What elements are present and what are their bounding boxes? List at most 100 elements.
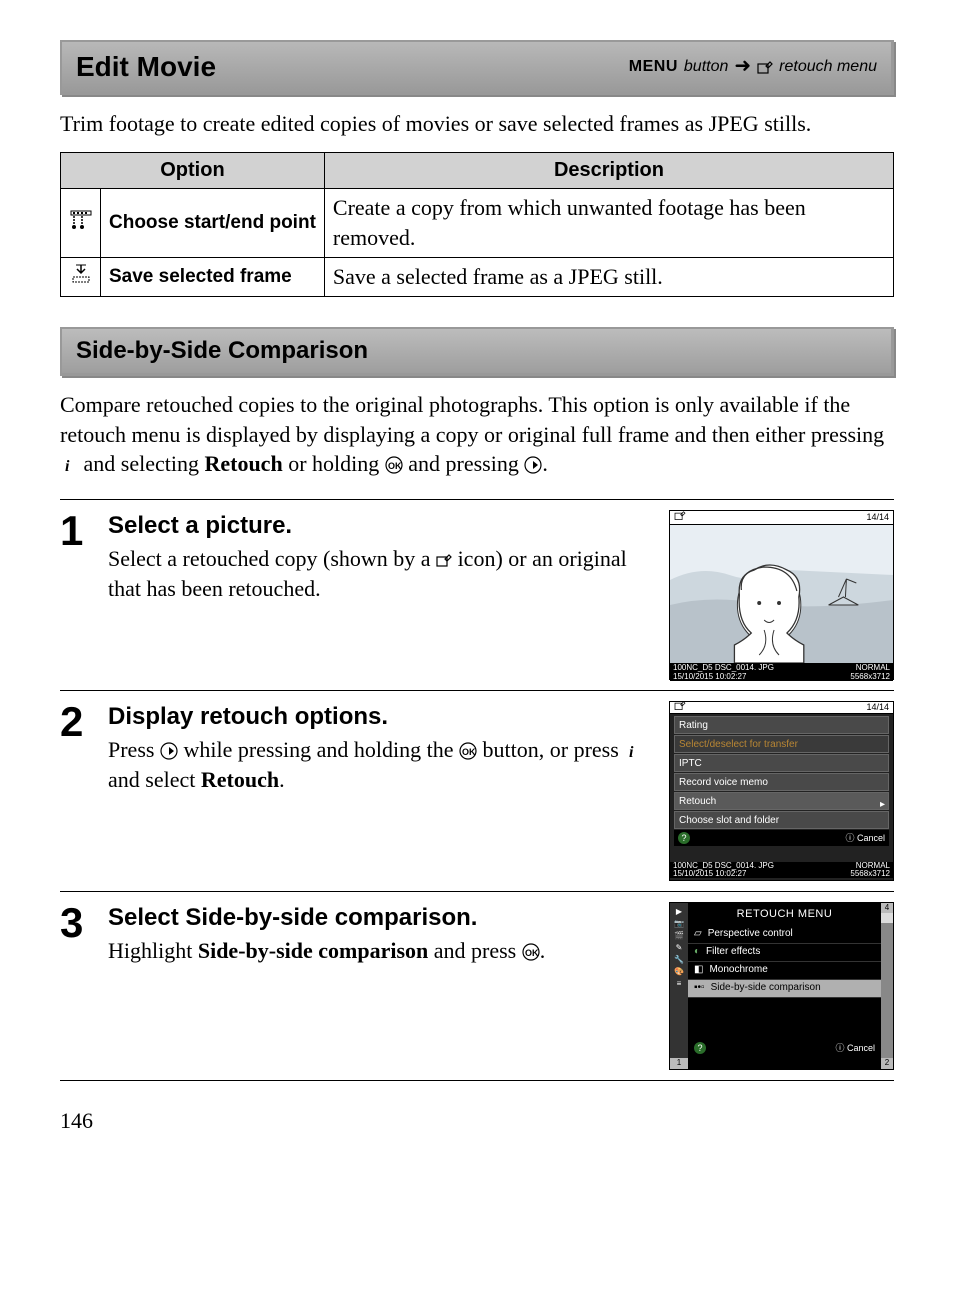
menu-item-side-by-side[interactable]: ▪•▫Side-by-side comparison: [688, 980, 881, 998]
help-icon[interactable]: ?: [694, 1042, 706, 1054]
cancel-hint: ⓘ Cancel: [845, 832, 885, 844]
perspective-icon: ▱: [694, 925, 702, 943]
right-selector-icon: [160, 738, 178, 756]
page-title: Edit Movie: [76, 48, 216, 86]
label: Monochrome: [709, 961, 767, 979]
text: and selecting: [78, 451, 204, 476]
date: 15/10/2015 10:02:27: [673, 672, 746, 681]
i-button-icon: i: [60, 452, 78, 470]
arrow-icon: ➜: [734, 53, 751, 80]
table-row: Save selected frame Save a selected fram…: [61, 257, 894, 296]
camera-screen-2: 14/14 Rating Select/deselect for transfe…: [669, 701, 894, 881]
filter-icon: ◐: [694, 943, 700, 961]
menu-title: RETOUCH MENU: [688, 903, 881, 926]
menu-label: MENU: [629, 56, 678, 78]
ok-button-icon: OK: [522, 939, 540, 957]
step-number: 1: [60, 510, 94, 680]
camera-tab-icon[interactable]: 📷: [673, 919, 685, 929]
movie-tab-icon[interactable]: 🎬: [673, 931, 685, 941]
text: .: [542, 451, 548, 476]
svg-text:OK: OK: [388, 461, 402, 471]
label: Filter effects: [706, 943, 760, 961]
opt-label: Save selected frame: [101, 257, 325, 296]
menu-item-choose-slot[interactable]: Choose slot and folder: [674, 811, 889, 829]
monochrome-icon: ◧: [694, 961, 703, 979]
text: .: [471, 904, 478, 931]
page-number: 146: [60, 1106, 894, 1136]
left-page: 1: [670, 1058, 688, 1069]
setup-tab-icon[interactable]: 🔧: [673, 955, 685, 965]
right-page: 2: [881, 1058, 893, 1069]
scrollbar-thumb[interactable]: [881, 913, 893, 923]
step-1: 1 Select a picture. Select a retouched c…: [60, 499, 894, 691]
step-text: Highlight Side-by-side comparison and pr…: [108, 936, 645, 966]
playback-tab-icon[interactable]: ▶: [673, 907, 685, 917]
mymenu-tab-icon[interactable]: ≡: [673, 979, 685, 989]
opt-desc: Create a copy from which unwanted footag…: [324, 189, 893, 257]
camera-screen-3: ▶ 📷 🎬 ✎ 🔧 🎨 ≡ 1 RETOUCH MENU ▱ Perspectiv…: [669, 902, 894, 1070]
text: Side-by-side comparison: [185, 904, 470, 931]
text: button, or press: [477, 737, 624, 762]
opt-label: Choose start/end point: [101, 189, 325, 257]
options-table: Option Description Choose start/end poin…: [60, 152, 894, 296]
intro-text: Trim footage to create edited copies of …: [60, 109, 894, 139]
retouch-word: Retouch: [204, 451, 282, 476]
size: 5568x3712: [850, 672, 890, 681]
menu-item-iptc[interactable]: IPTC: [674, 754, 889, 772]
ok-button-icon: OK: [459, 738, 477, 756]
folder: 100NC_D5: [673, 663, 713, 672]
size: 5568x3712: [850, 869, 890, 878]
section-title: Side-by-Side Comparison: [60, 327, 894, 376]
menu-item-transfer[interactable]: Select/deselect for transfer: [674, 735, 889, 753]
custom-tab-icon[interactable]: ✎: [673, 943, 685, 953]
retouch-badge: [674, 701, 686, 714]
cancel-label: Cancel: [847, 1043, 875, 1053]
step-number: 3: [60, 902, 94, 1070]
photo-preview: [670, 525, 893, 663]
label: Retouch: [679, 796, 716, 807]
svg-text:i: i: [65, 458, 70, 474]
compare-icon: ▪•▫: [694, 979, 705, 997]
text: Select a retouched copy (shown by a: [108, 546, 436, 571]
table-row: Choose start/end point Create a copy fro…: [61, 189, 894, 257]
button-word: button: [684, 56, 728, 78]
menu-item-filter[interactable]: ◐ Filter effects: [688, 944, 881, 962]
compare-intro: Compare retouched copies to the original…: [60, 390, 894, 479]
menu-item-monochrome[interactable]: ◧ Monochrome: [688, 962, 881, 980]
retouch-badge: [674, 511, 686, 524]
file: DSC_0014. JPG: [715, 663, 774, 672]
retouch-word: Retouch: [201, 767, 279, 792]
text: and pressing: [403, 451, 525, 476]
svg-text:OK: OK: [525, 948, 539, 958]
date: 15/10/2015 10:02:27: [673, 869, 746, 878]
label: Perspective control: [708, 925, 793, 943]
menu-item-perspective[interactable]: ▱ Perspective control: [688, 926, 881, 944]
camera-screen-1: 14/14 100NC_D5 DSC_0014. JPGNORMAL: [669, 510, 894, 680]
cancel-hint: ⓘ Cancel: [835, 1042, 875, 1054]
retouch-menu-label: retouch menu: [779, 56, 877, 78]
svg-text:OK: OK: [462, 747, 476, 757]
menu-item-voice-memo[interactable]: Record voice memo: [674, 773, 889, 791]
header-breadcrumb: MENU button ➜ retouch menu: [629, 53, 877, 80]
text: Select: [108, 904, 185, 931]
col-description: Description: [324, 153, 893, 189]
menu-item-rating[interactable]: Rating: [674, 716, 889, 734]
text: .: [279, 767, 285, 792]
trim-icon: [61, 189, 101, 257]
help-icon[interactable]: ?: [678, 832, 690, 844]
text: while pressing and holding the: [178, 737, 459, 762]
ok-button-icon: OK: [385, 452, 403, 470]
retouch-tab-icon[interactable]: 🎨: [673, 967, 685, 977]
text: .: [540, 938, 546, 963]
step-title: Select Side-by-side comparison.: [108, 902, 645, 934]
step-text: Press while pressing and holding the OK …: [108, 735, 645, 794]
step-3: 3 Select Side-by-side comparison. Highli…: [60, 891, 894, 1081]
col-option: Option: [61, 153, 325, 189]
step-text: Select a retouched copy (shown by a icon…: [108, 544, 645, 603]
right-selector-icon: [524, 452, 542, 470]
step-number: 2: [60, 701, 94, 881]
menu-item-retouch[interactable]: Retouch▸: [674, 792, 889, 810]
cancel-label: Cancel: [857, 833, 885, 843]
svg-text:i: i: [629, 744, 634, 760]
retouch-icon: [757, 60, 773, 74]
